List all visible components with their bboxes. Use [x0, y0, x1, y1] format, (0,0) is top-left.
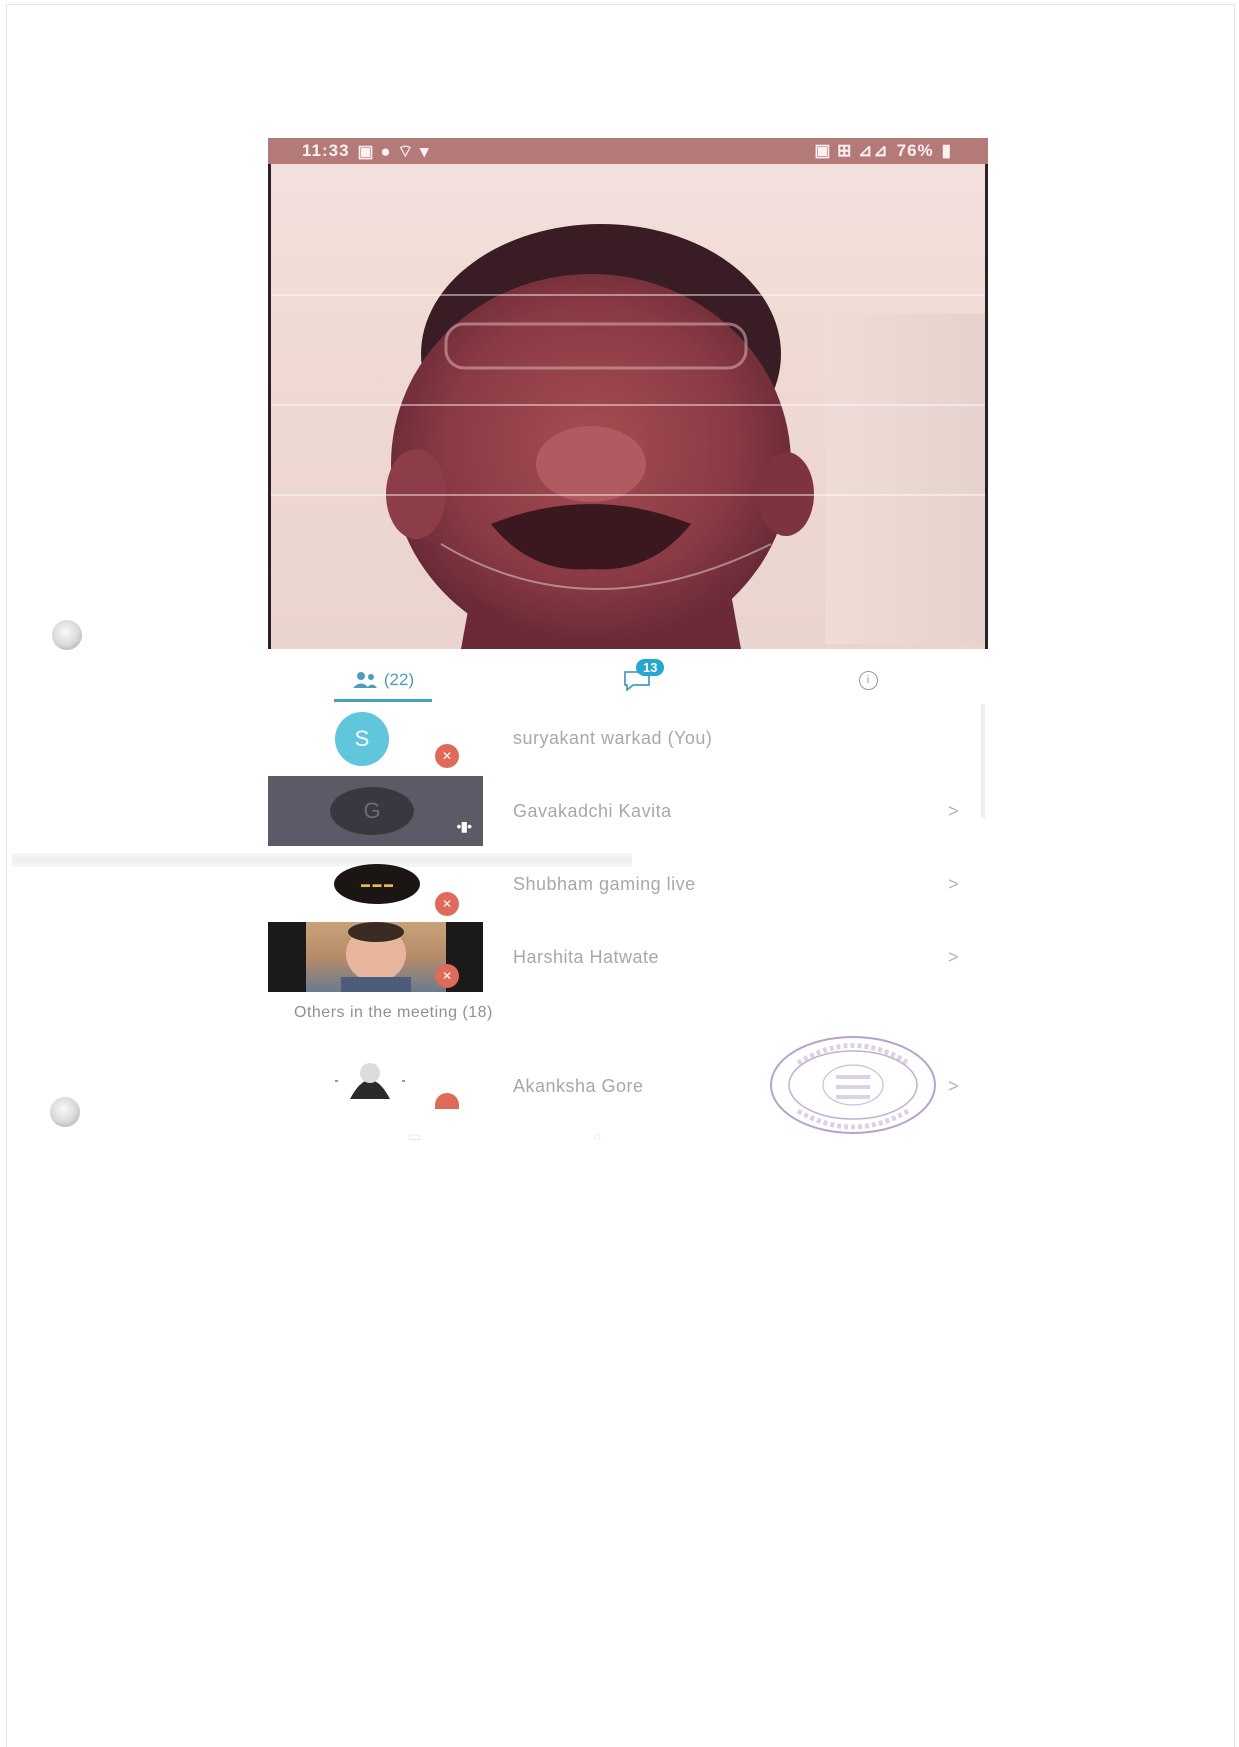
participant-name: suryakant warkad (You)	[513, 727, 713, 748]
notification-icons: ▣ ● ⌔ ▾	[357, 141, 430, 161]
info-icon: i	[858, 670, 878, 690]
participant-thumbnail: ▬ ▬ ▬ ✕	[268, 849, 483, 919]
speaker-video-image	[386, 224, 814, 649]
chevron-right-icon[interactable]: >	[948, 1051, 959, 1121]
main-video-feed[interactable]	[268, 164, 988, 649]
mic-off-icon: ✕	[435, 892, 459, 916]
tab-participants[interactable]: (22)	[328, 656, 438, 704]
participant-name: Harshita Hatwate	[513, 946, 660, 967]
mic-off-icon: ✕	[435, 964, 459, 988]
scan-line	[271, 294, 985, 296]
bottom-nav-icon: ○	[593, 1128, 602, 1144]
bottom-nav-icon: ▭	[408, 1128, 422, 1144]
participant-thumbnail: G •▮•	[268, 776, 483, 846]
participants-count: (22)	[383, 670, 415, 689]
participant-thumbnail: S ✕	[268, 703, 483, 773]
participant-name: Gavakadchi Kavita	[513, 800, 672, 821]
scan-line	[271, 404, 985, 406]
speaking-indicator-icon: •▮•	[456, 818, 471, 834]
participant-thumbnail	[268, 1051, 483, 1121]
status-time: 11:33	[302, 141, 350, 160]
participant-name: Shubham gaming live	[513, 873, 696, 894]
avatar: S	[335, 712, 389, 766]
participant-row[interactable]: S ✕ suryakant warkad (You)	[268, 703, 968, 773]
chevron-right-icon[interactable]: >	[948, 849, 959, 919]
mic-off-icon: ✕	[435, 744, 459, 768]
participant-thumbnail: ✕	[268, 922, 483, 992]
punch-hole	[50, 1097, 80, 1127]
scrollbar[interactable]	[981, 704, 985, 818]
participant-row[interactable]: G •▮• Gavakadchi Kavita >	[268, 776, 968, 846]
active-tab-indicator	[334, 699, 432, 702]
participant-face-image	[341, 922, 411, 992]
punch-hole	[52, 620, 82, 650]
meeting-screenshot: 11:33 ▣ ● ⌔ ▾ ▣ ⊞ ⊿⊿ 76% ▮ (22) 13 i S ✕…	[268, 138, 988, 1144]
participant-name: Akanksha Gore	[513, 1075, 644, 1096]
others-section-heading: Others in the meeting (18)	[294, 1004, 493, 1021]
participants-tab-bar: (22) 13 i	[268, 656, 988, 704]
mic-off-icon	[435, 1093, 459, 1109]
battery-icon: ▮	[941, 141, 952, 160]
people-icon	[352, 672, 377, 688]
avatar: G	[330, 787, 414, 835]
participant-video	[306, 922, 446, 992]
stamp-seal	[770, 1036, 936, 1134]
chat-unread-badge: 13	[636, 659, 665, 676]
participant-row[interactable]: ▬ ▬ ▬ ✕ Shubham gaming live >	[268, 849, 968, 919]
tab-meeting-info[interactable]: i	[838, 656, 898, 704]
scan-line	[271, 494, 985, 496]
avatar-image	[335, 1063, 405, 1099]
avatar-logo-icon: ▬ ▬ ▬	[334, 864, 420, 904]
chevron-right-icon[interactable]: >	[948, 776, 959, 846]
chevron-right-icon[interactable]: >	[948, 922, 959, 992]
participant-row[interactable]: ✕ Harshita Hatwate >	[268, 922, 968, 992]
tab-chat[interactable]: 13	[598, 656, 678, 704]
signal-icon: ▣ ⊞ ⊿⊿	[814, 141, 889, 160]
battery-level: 76%	[896, 141, 934, 160]
status-bar: 11:33 ▣ ● ⌔ ▾ ▣ ⊞ ⊿⊿ 76% ▮	[268, 138, 988, 164]
